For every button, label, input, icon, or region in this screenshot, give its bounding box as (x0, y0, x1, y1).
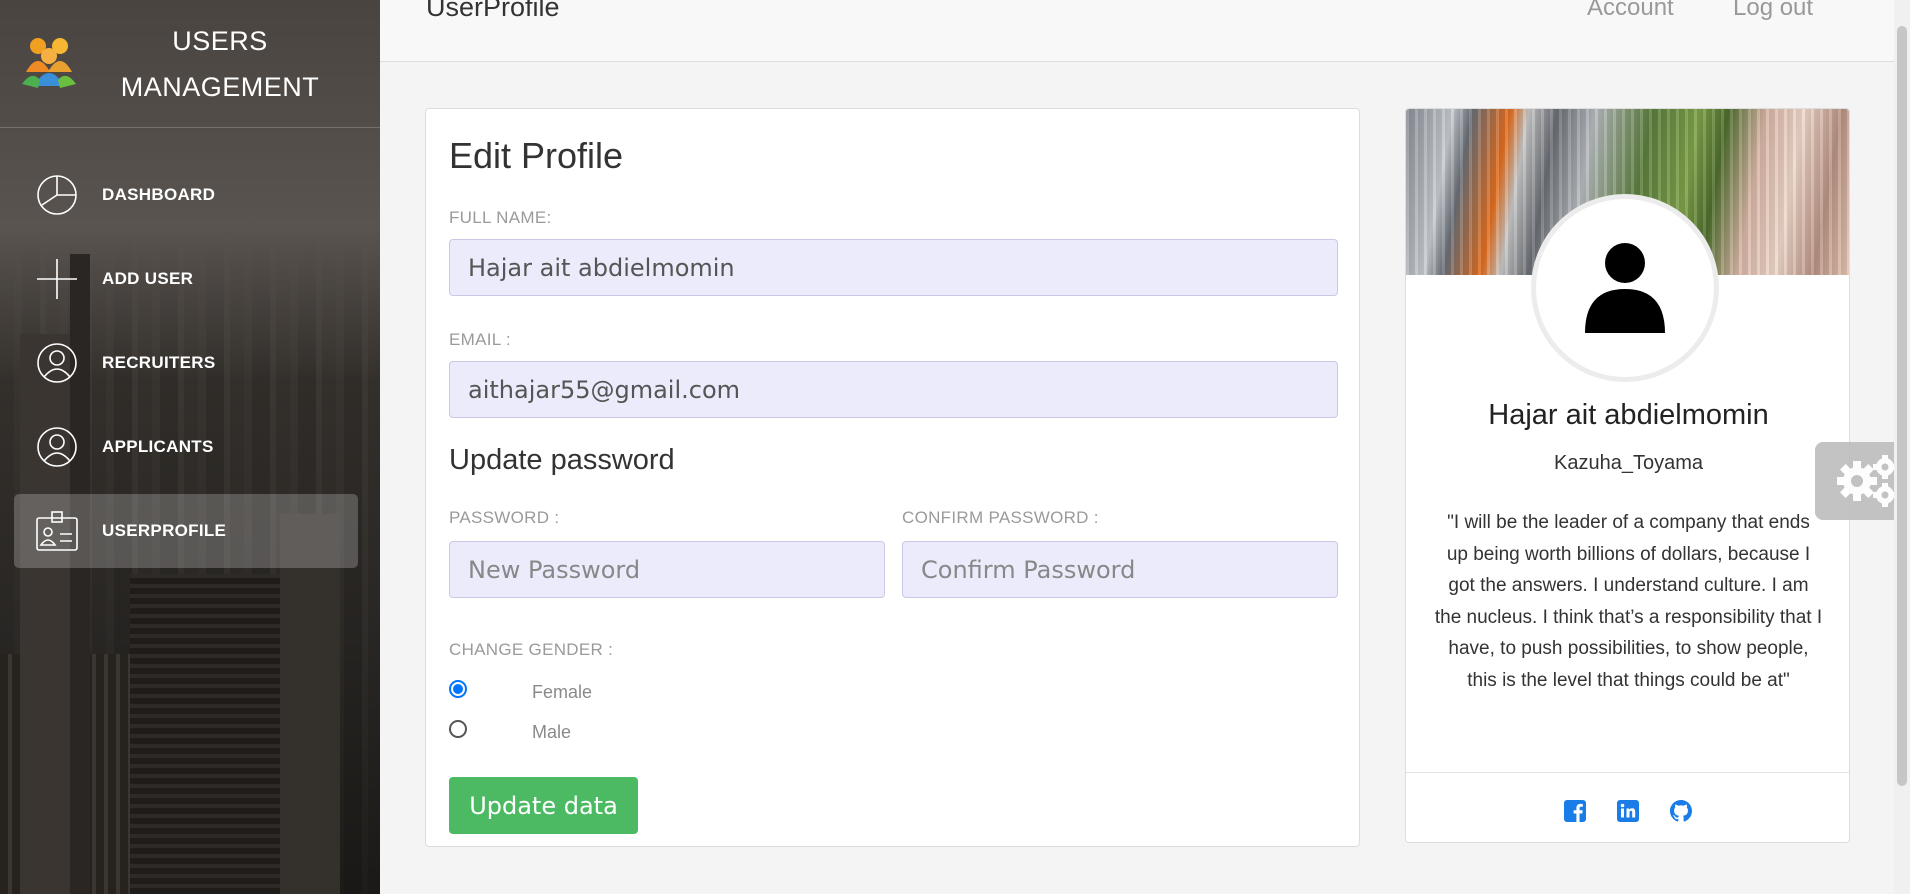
sidebar-item-label: APPLICANTS (102, 437, 214, 456)
scrollbar-thumb[interactable] (1897, 26, 1907, 786)
full-name-label: FULL NAME: (449, 208, 552, 227)
confirm-password-input[interactable] (902, 541, 1338, 598)
gears-icon (1837, 455, 1897, 507)
sidebar: USERS MANAGEMENT DASHBOARD ADD USER RECR… (0, 0, 380, 894)
female-radio-label: Female (532, 682, 593, 702)
users-group-logo-icon (22, 38, 76, 88)
profile-card: Hajar ait abdielmomin Kazuha_Toyama "I w… (1405, 108, 1850, 843)
profile-username: Kazuha_Toyama (1554, 452, 1703, 474)
password-input[interactable] (449, 541, 885, 598)
id-badge-icon (36, 511, 78, 551)
sidebar-item-userprofile[interactable]: USERPROFILE (14, 494, 358, 568)
sidebar-item-label: RECRUITERS (102, 353, 216, 372)
topbar: UserProfile Account Log out (380, 0, 1910, 62)
email-label: EMAIL : (449, 330, 511, 349)
edit-profile-card: Edit Profile FULL NAME: EMAIL : Update p… (425, 108, 1360, 847)
avatar (1531, 194, 1719, 382)
sidebar-item-label: ADD USER (102, 269, 194, 288)
sidebar-header: USERS MANAGEMENT (0, 0, 380, 128)
user-silhouette-icon (1585, 243, 1665, 333)
sidebar-item-add-user[interactable]: ADD USER (14, 242, 358, 316)
sidebar-item-label: DASHBOARD (102, 185, 216, 204)
sidebar-item-applicants[interactable]: APPLICANTS (14, 410, 358, 484)
change-gender-label: CHANGE GENDER : (449, 640, 614, 659)
male-radio-label: Male (532, 722, 572, 742)
profile-quote: "I will be the leader of a company that … (1434, 512, 1823, 691)
user-circle-icon (37, 427, 77, 467)
scrollbar[interactable] (1894, 0, 1910, 894)
pie-chart-icon (37, 175, 77, 215)
account-link[interactable]: Account (1587, 0, 1674, 22)
profile-name: Hajar ait abdielmomin (1488, 399, 1769, 431)
sidebar-item-recruiters[interactable]: RECRUITERS (14, 326, 358, 400)
brand-title: USERS MANAGEMENT (120, 26, 320, 102)
plus-icon (37, 259, 77, 299)
github-icon[interactable] (1669, 799, 1693, 823)
sidebar-item-dashboard[interactable]: DASHBOARD (14, 158, 358, 232)
page-title: UserProfile (426, 0, 560, 22)
logout-link[interactable]: Log out (1733, 0, 1813, 22)
edit-profile-heading: Edit Profile (449, 135, 624, 176)
confirm-password-label: CONFIRM PASSWORD : (902, 508, 1099, 527)
linkedin-icon[interactable] (1616, 799, 1640, 823)
update-password-heading: Update password (449, 444, 675, 476)
facebook-icon[interactable] (1563, 799, 1587, 823)
sidebar-item-label: USERPROFILE (102, 521, 227, 540)
email-input[interactable] (449, 361, 1338, 418)
divider (1406, 772, 1849, 773)
password-label: PASSWORD : (449, 508, 560, 527)
male-radio[interactable] (449, 720, 467, 738)
full-name-input[interactable] (449, 239, 1338, 296)
female-radio[interactable] (449, 680, 467, 698)
user-circle-icon (37, 343, 77, 383)
update-data-button[interactable]: Update data (449, 777, 638, 834)
